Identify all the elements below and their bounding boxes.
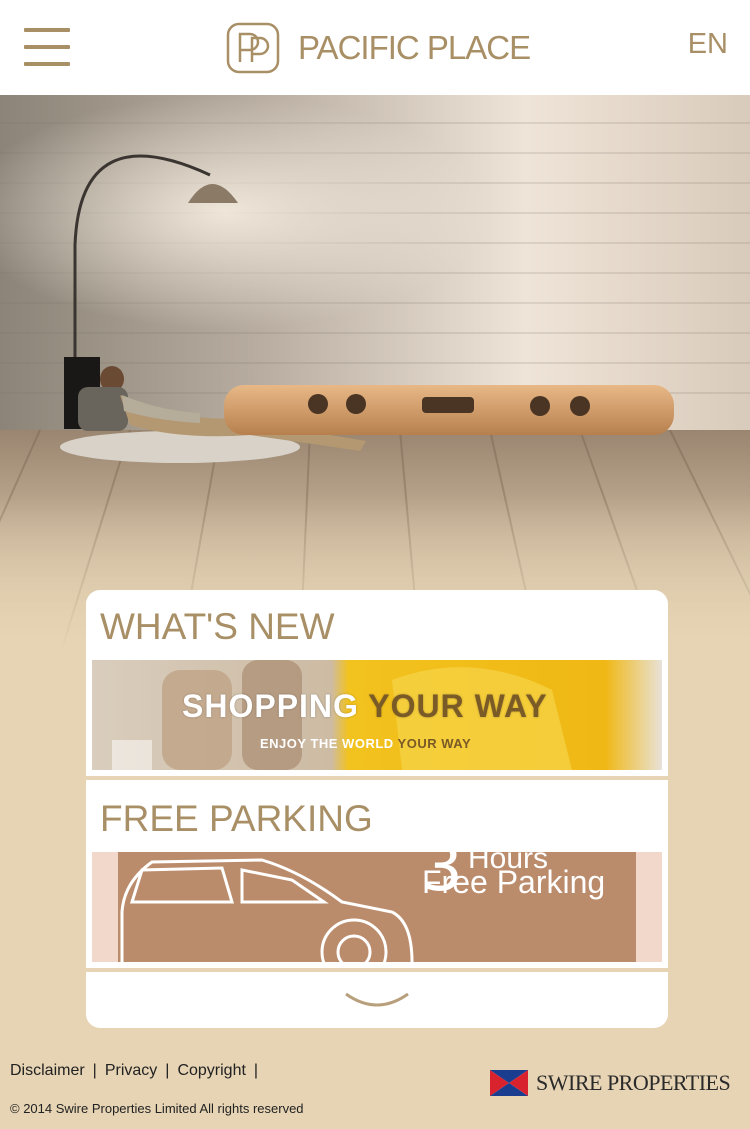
parking-free-label: Free Parking	[422, 864, 606, 900]
footer-link-disclaimer[interactable]: Disclaimer	[10, 1062, 85, 1080]
footer-separator: |	[253, 1062, 259, 1079]
hero-image	[0, 95, 750, 655]
footer-link-privacy[interactable]: Privacy	[105, 1062, 157, 1080]
content-card: WHAT'S NEW SHOPPING YOUR WAY ENJOY THE W…	[86, 590, 668, 1028]
footer-separator: |	[92, 1062, 97, 1079]
free-parking-banner[interactable]: 3 Hours Free Parking	[92, 852, 662, 962]
swire-properties-logo[interactable]: SWIRE PROPERTIES	[490, 1070, 731, 1096]
section-title-free-parking[interactable]: FREE PARKING	[100, 798, 373, 840]
swire-properties-name: SWIRE PROPERTIES	[536, 1070, 731, 1095]
section-divider	[86, 968, 668, 972]
banner-subline: ENJOY THE WORLD YOUR WAY	[260, 736, 472, 751]
section-title-whats-new[interactable]: WHAT'S NEW	[100, 606, 335, 648]
copyright-text: © 2014 Swire Properties Limited All righ…	[10, 1101, 304, 1116]
banner-headline: SHOPPING YOUR WAY	[182, 688, 548, 724]
language-switcher[interactable]: EN	[688, 28, 728, 61]
swire-flag-icon	[490, 1070, 528, 1096]
site-logo[interactable]: PACIFIC PLACE	[226, 22, 531, 74]
pacific-place-logo-icon	[226, 22, 280, 74]
footer-link-copyright[interactable]: Copyright	[177, 1062, 245, 1080]
footer-separator: |	[165, 1062, 170, 1079]
footer-links: Disclaimer | Privacy | Copyright |	[10, 1062, 266, 1080]
chevron-down-icon[interactable]	[342, 986, 412, 1016]
section-divider	[86, 776, 668, 780]
site-header: PACIFIC PLACE EN	[0, 0, 750, 95]
hamburger-menu-icon[interactable]	[24, 28, 70, 68]
brand-name: PACIFIC PLACE	[298, 29, 531, 66]
shopping-your-way-banner[interactable]: SHOPPING YOUR WAY ENJOY THE WORLD YOUR W…	[92, 660, 662, 770]
